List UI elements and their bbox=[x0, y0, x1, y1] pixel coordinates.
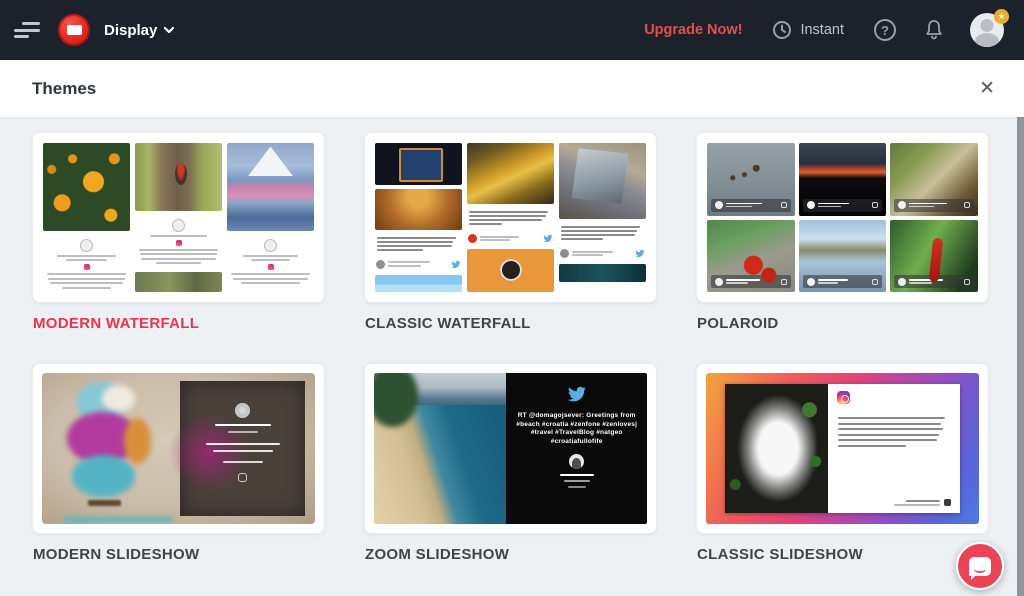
upgrade-now-link[interactable]: Upgrade Now! bbox=[644, 22, 742, 38]
preview-bird-wing bbox=[124, 418, 151, 463]
display-menu-label: Display bbox=[104, 22, 157, 39]
preview-photo-beach bbox=[374, 373, 506, 524]
preview-photo-fuji bbox=[227, 143, 314, 231]
preview-avatar bbox=[235, 403, 250, 418]
display-menu-dropdown[interactable]: Display bbox=[104, 22, 174, 39]
preview-caption-panel bbox=[180, 381, 306, 517]
themes-panel-header: Themes ✕ bbox=[0, 60, 1024, 117]
help-icon[interactable]: ? bbox=[874, 19, 896, 41]
preview-tweet-text: RT @domagojsever: Greetings from #beach … bbox=[515, 412, 638, 446]
preview-photo-sunset bbox=[799, 143, 887, 216]
theme-label-modern-slideshow[interactable]: MODERN SLIDESHOW bbox=[33, 546, 325, 563]
theme-card-modern-slideshow[interactable] bbox=[32, 363, 325, 534]
tweet-avatar bbox=[560, 249, 569, 258]
user-avatar[interactable]: ★ bbox=[970, 13, 1004, 47]
help-glyph: ? bbox=[881, 23, 889, 38]
preview-teal-streak bbox=[64, 517, 173, 522]
preview-signature bbox=[894, 498, 951, 506]
page-title: Themes bbox=[32, 79, 96, 99]
preview-photo-woodpecker bbox=[135, 143, 222, 211]
preview-bird-belly bbox=[72, 455, 135, 497]
preview-signature-icon bbox=[944, 499, 951, 506]
theme-cell-classic-waterfall: CLASSIC WATERFALL bbox=[364, 132, 657, 332]
preview-photo-cafe bbox=[375, 189, 462, 229]
preview-tweet-panel: RT @domagojsever: Greetings from #beach … bbox=[506, 373, 647, 524]
chat-fab-button[interactable] bbox=[956, 542, 1004, 590]
preview-photo-fern bbox=[890, 143, 978, 216]
instagram-icon bbox=[268, 264, 274, 270]
theme-label-polaroid[interactable]: POLAROID bbox=[697, 315, 989, 332]
preview-instagram-card bbox=[725, 384, 960, 513]
twitter-icon bbox=[566, 385, 588, 403]
theme-card-polaroid[interactable] bbox=[696, 132, 989, 303]
theme-card-modern-waterfall[interactable] bbox=[32, 132, 325, 303]
twitter-icon bbox=[451, 260, 461, 269]
themes-grid-area: MODERN WATERFALL bbox=[0, 117, 1024, 596]
preview-photo-lace-fungus bbox=[725, 384, 828, 513]
modern-waterfall-preview bbox=[43, 143, 314, 292]
preview-caption-area bbox=[828, 384, 960, 513]
preview-photo-dark-water bbox=[559, 264, 646, 282]
chat-bubble-icon bbox=[969, 557, 991, 576]
zoom-slideshow-preview: RT @domagojsever: Greetings from #beach … bbox=[374, 373, 647, 524]
preview-photo-flowers bbox=[43, 143, 130, 231]
logo-screen-shape bbox=[67, 25, 82, 35]
preview-photo-ducks bbox=[707, 143, 795, 216]
theme-label-zoom-slideshow[interactable]: ZOOM SLIDESHOW bbox=[365, 546, 657, 563]
preview-photo-red-flowers bbox=[707, 220, 795, 293]
clock-icon bbox=[772, 20, 792, 40]
preview-photo-logo bbox=[467, 249, 554, 292]
notifications-bell-icon[interactable] bbox=[924, 19, 944, 41]
polaroid-preview bbox=[707, 143, 978, 292]
theme-label-modern-waterfall[interactable]: MODERN WATERFALL bbox=[33, 315, 325, 332]
preview-photo-stage bbox=[375, 143, 462, 185]
classic-waterfall-preview bbox=[375, 143, 646, 292]
theme-card-classic-waterfall[interactable] bbox=[364, 132, 657, 303]
chevron-down-icon bbox=[164, 25, 174, 35]
star-badge-icon: ★ bbox=[994, 9, 1009, 24]
hamburger-menu-icon[interactable] bbox=[14, 22, 40, 38]
instagram-icon bbox=[837, 391, 850, 404]
preview-avatar bbox=[80, 239, 93, 252]
instagram-icon bbox=[176, 240, 182, 246]
theme-card-zoom-slideshow[interactable]: RT @domagojsever: Greetings from #beach … bbox=[364, 363, 657, 534]
vertical-scrollbar bbox=[1017, 117, 1024, 596]
preview-photo-red-plant bbox=[890, 220, 978, 293]
themes-grid: MODERN WATERFALL bbox=[32, 132, 1024, 563]
theme-cell-modern-slideshow: MODERN SLIDESHOW bbox=[32, 363, 325, 563]
twitter-icon bbox=[635, 249, 645, 258]
theme-cell-modern-waterfall: MODERN WATERFALL bbox=[32, 132, 325, 332]
preview-bird-face bbox=[102, 385, 135, 412]
instagram-icon bbox=[84, 264, 90, 270]
top-bar: Display Upgrade Now! Instant ? ★ bbox=[0, 0, 1024, 60]
theme-cell-polaroid: POLAROID bbox=[696, 132, 989, 332]
instant-status-button[interactable]: Instant bbox=[772, 20, 844, 40]
scrollbar-thumb[interactable] bbox=[1017, 117, 1024, 596]
preview-avatar bbox=[264, 239, 277, 252]
modern-slideshow-preview bbox=[42, 373, 315, 524]
preview-photo-container bbox=[559, 143, 646, 219]
theme-label-classic-slideshow[interactable]: CLASSIC SLIDESHOW bbox=[697, 546, 989, 563]
classic-slideshow-preview bbox=[706, 373, 979, 524]
preview-avatar bbox=[569, 454, 584, 469]
app-logo[interactable] bbox=[58, 14, 90, 46]
preview-photo-moss bbox=[135, 272, 222, 292]
preview-photo-sky bbox=[375, 275, 462, 292]
preview-caption-lines bbox=[838, 417, 948, 447]
instant-label: Instant bbox=[800, 22, 844, 38]
theme-cell-zoom-slideshow: RT @domagojsever: Greetings from #beach … bbox=[364, 363, 657, 563]
theme-card-classic-slideshow[interactable] bbox=[696, 363, 989, 534]
preview-branch bbox=[88, 500, 121, 506]
tweet-avatar bbox=[376, 260, 385, 269]
close-icon[interactable]: ✕ bbox=[977, 77, 997, 100]
twitter-icon bbox=[543, 234, 553, 243]
bell-icon bbox=[924, 19, 944, 41]
theme-label-classic-waterfall[interactable]: CLASSIC WATERFALL bbox=[365, 315, 657, 332]
preview-photo-golden-mountain bbox=[467, 143, 554, 204]
theme-cell-classic-slideshow: CLASSIC SLIDESHOW bbox=[696, 363, 989, 563]
preview-avatar bbox=[172, 219, 185, 232]
tweet-avatar bbox=[468, 234, 477, 243]
instagram-outline-icon bbox=[238, 473, 247, 482]
preview-photo-lake bbox=[799, 220, 887, 293]
